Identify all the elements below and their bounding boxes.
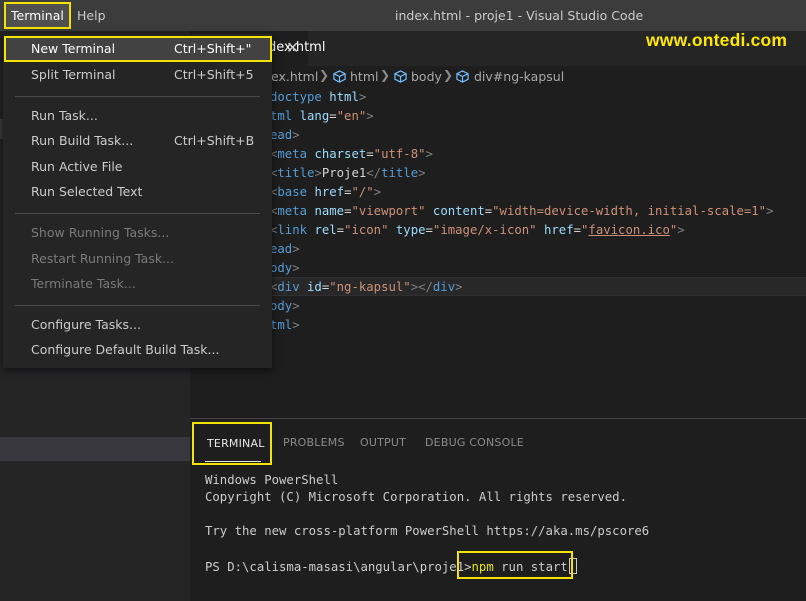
- chevron-right-icon: ❯: [319, 68, 330, 82]
- breadcrumb-body[interactable]: body: [411, 69, 442, 84]
- tab-output[interactable]: OUTPUT: [360, 436, 406, 449]
- menu-item-new-terminal[interactable]: New Terminal Ctrl+Shift+": [4, 36, 272, 62]
- sidebar-selected-row[interactable]: [0, 437, 190, 461]
- terminal-line: Copyright (C) Microsoft Corporation. All…: [205, 490, 627, 504]
- code-line: doctype html>: [270, 90, 367, 104]
- element-cube-icon: [333, 70, 346, 83]
- menu-item-split-terminal[interactable]: Split Terminal Ctrl+Shift+5: [3, 63, 272, 87]
- chevron-right-icon: ❯: [380, 68, 391, 82]
- menu-item-run-build-task[interactable]: Run Build Task... Ctrl+Shift+B: [3, 129, 272, 153]
- breadcrumb-div[interactable]: div#ng-kapsul: [474, 69, 564, 84]
- tab-problems[interactable]: PROBLEMS: [283, 436, 345, 449]
- code-editor[interactable]: doctype html> tml lang="en"> ead> <meta …: [190, 88, 806, 410]
- menu-item-run-task[interactable]: Run Task...: [3, 104, 272, 128]
- code-line: ead>: [270, 128, 300, 142]
- code-line: ody>: [270, 261, 300, 275]
- element-cube-icon: [456, 70, 469, 83]
- window-title: index.html - proje1 - Visual Studio Code: [395, 8, 644, 23]
- breadcrumb-file[interactable]: ex.html: [271, 69, 318, 84]
- code-line: ead>: [270, 242, 300, 256]
- code-line: <meta charset="utf-8">: [270, 147, 433, 161]
- menu-item-run-active-file[interactable]: Run Active File: [3, 155, 272, 179]
- code-line: <div id="ng-kapsul"></div>: [270, 280, 463, 294]
- command-highlight-box: [457, 551, 573, 579]
- code-line: tml lang="en">: [270, 109, 374, 123]
- menu-help[interactable]: Help: [70, 0, 113, 31]
- title-bar: Terminal Help index.html - proje1 - Visu…: [0, 0, 806, 31]
- code-line: ody>: [270, 299, 300, 313]
- menu-item-configure-default-build-task[interactable]: Configure Default Build Task...: [3, 338, 272, 362]
- close-icon[interactable]: ✕: [286, 38, 299, 57]
- terminal-menu-dropdown: New Terminal Ctrl+Shift+" Split Terminal…: [3, 34, 272, 368]
- menu-item-restart-running-task: Restart Running Task...: [31, 251, 174, 266]
- element-cube-icon: [394, 70, 407, 83]
- watermark: www.ontedi.com: [646, 30, 788, 50]
- bottom-panel: TERMINAL PROBLEMS OUTPUT DEBUG CONSOLE W…: [190, 418, 806, 601]
- code-line: <meta name="viewport" content="width=dev…: [270, 204, 774, 218]
- code-line: <title>Proje1</title>: [270, 166, 426, 180]
- menu-terminal[interactable]: Terminal: [4, 2, 71, 29]
- breadcrumb: ex.html ❯ html ❯ body ❯ div#ng-kapsul: [190, 66, 806, 88]
- menu-separator: [15, 96, 260, 97]
- menu-separator: [15, 213, 260, 214]
- terminal-line: Try the new cross-platform PowerShell ht…: [205, 524, 650, 538]
- code-line: <link rel="icon" type="image/x-icon" hre…: [270, 223, 685, 237]
- active-tab-underline: [205, 461, 261, 462]
- menu-item-show-running-tasks: Show Running Tasks...: [31, 225, 170, 240]
- breadcrumb-html[interactable]: html: [350, 69, 378, 84]
- code-line: tml>: [270, 318, 300, 332]
- terminal-line: Windows PowerShell: [205, 473, 339, 487]
- tab-terminal-label: TERMINAL: [207, 437, 265, 450]
- menu-item-configure-tasks[interactable]: Configure Tasks...: [3, 313, 272, 337]
- menu-item-run-selected-text[interactable]: Run Selected Text: [3, 180, 272, 204]
- code-line: <base href="/">: [270, 185, 382, 199]
- menu-separator: [15, 305, 260, 306]
- tab-terminal[interactable]: TERMINAL: [192, 422, 272, 465]
- tab-debug-console[interactable]: DEBUG CONSOLE: [425, 436, 524, 449]
- terminal-prompt: PS D:\calisma-masasi\angular\proje1>: [205, 560, 472, 574]
- chevron-right-icon: ❯: [443, 68, 454, 82]
- menu-item-terminate-task: Terminate Task...: [31, 276, 136, 291]
